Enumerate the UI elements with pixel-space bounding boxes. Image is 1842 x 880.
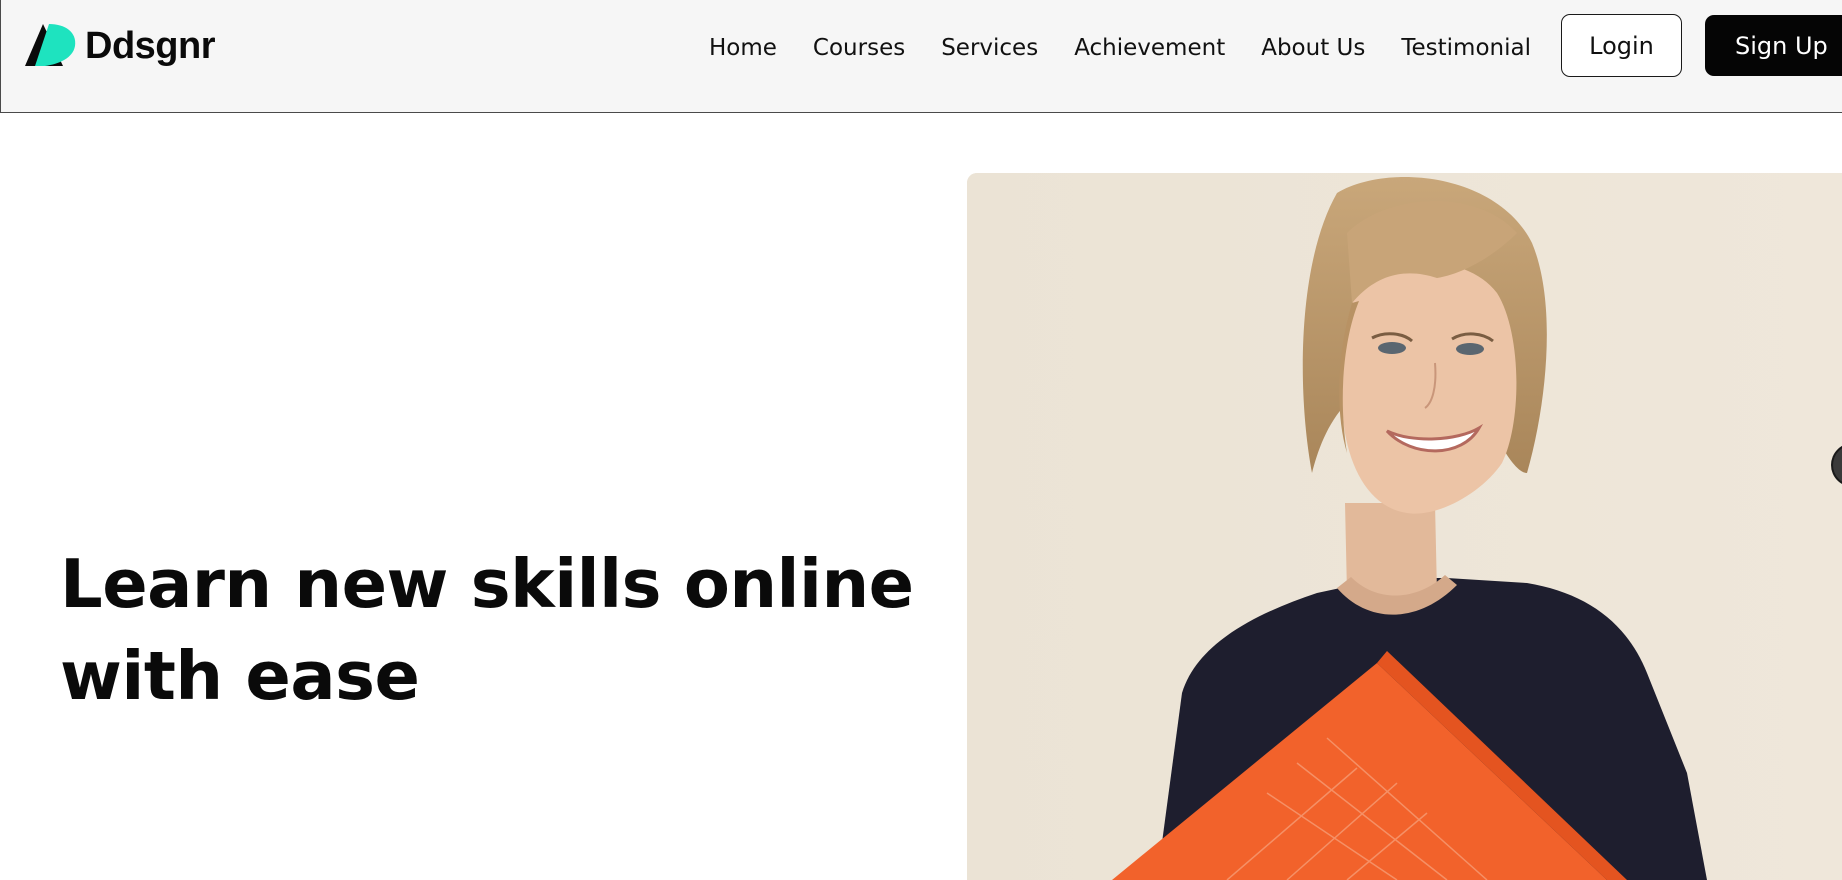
nav-link-testimonial[interactable]: Testimonial: [1401, 36, 1531, 60]
top-navbar: Ddsgnr Home Courses Services Achievement…: [0, 0, 1842, 113]
hero-heading: Learn new skills online with ease: [60, 538, 920, 722]
brand-name: Ddsgnr: [85, 25, 216, 67]
main-nav: Home Courses Services Achievement About …: [709, 28, 1531, 68]
signup-button[interactable]: Sign Up: [1705, 15, 1842, 76]
nav-link-services[interactable]: Services: [941, 36, 1038, 60]
brand-logo[interactable]: Ddsgnr: [25, 22, 216, 70]
ddsgnr-logo-icon: [25, 24, 76, 66]
hero-heading-line-2: with ease: [60, 637, 420, 715]
hero-heading-line-1: Learn new skills online: [60, 545, 914, 623]
nav-link-about-us[interactable]: About Us: [1261, 36, 1365, 60]
hero-image: [967, 173, 1842, 880]
hero-photo-illustration: [967, 173, 1842, 880]
nav-link-home[interactable]: Home: [709, 36, 777, 60]
login-button[interactable]: Login: [1561, 14, 1682, 77]
nav-link-achievement[interactable]: Achievement: [1074, 36, 1225, 60]
nav-link-courses[interactable]: Courses: [813, 36, 905, 60]
